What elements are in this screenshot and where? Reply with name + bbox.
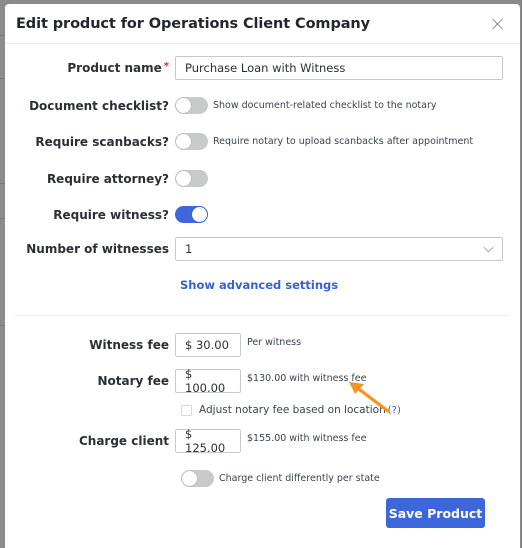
require-witness-label: Require witness? xyxy=(53,207,169,222)
product-name-input[interactable]: Purchase Loan with Witness xyxy=(175,56,503,80)
required-marker: * xyxy=(163,61,169,72)
require-scanbacks-hint: Require notary to upload scanbacks after… xyxy=(213,136,474,147)
require-scanbacks-toggle[interactable] xyxy=(175,133,208,150)
document-checklist-toggle[interactable] xyxy=(175,97,208,114)
number-of-witnesses-row: Number of witnesses 1 xyxy=(5,237,503,261)
section-divider xyxy=(15,315,509,316)
show-advanced-settings-link[interactable]: Show advanced settings xyxy=(180,278,338,292)
help-link[interactable]: (?) xyxy=(388,405,401,416)
charge-client-note: $155.00 with witness fee xyxy=(247,433,367,444)
charge-per-state-label: Charge client differently per state xyxy=(219,473,380,484)
product-name-label-text: Product name xyxy=(67,61,162,75)
toggle-knob xyxy=(176,171,191,186)
witness-fee-note: Per witness xyxy=(247,337,302,348)
require-attorney-row: Require attorney? xyxy=(5,170,208,187)
require-attorney-label: Require attorney? xyxy=(46,171,169,186)
notary-fee-note: $130.00 with witness fee xyxy=(247,373,367,384)
require-scanbacks-label: Require scanbacks? xyxy=(35,134,169,149)
product-name-row: Product name * Purchase Loan with Witness xyxy=(5,56,503,80)
witness-fee-input[interactable]: $ 30.00 xyxy=(175,333,241,357)
notary-fee-row: Notary fee $ 100.00 $130.00 with witness… xyxy=(5,367,367,395)
chevron-down-icon xyxy=(483,242,494,253)
document-checklist-row: Document checklist? Show document-relate… xyxy=(5,97,437,114)
product-name-label: Product name * xyxy=(5,61,175,75)
charge-per-state-row: Charge client differently per state xyxy=(181,470,380,487)
save-product-button[interactable]: Save Product xyxy=(386,498,485,528)
document-checklist-label: Document checklist? xyxy=(29,98,169,113)
require-witness-row: Require witness? xyxy=(5,206,208,223)
require-scanbacks-row: Require scanbacks? Require notary to upl… xyxy=(5,133,473,150)
toggle-knob xyxy=(176,134,191,149)
charge-client-label: Charge client xyxy=(78,434,169,448)
notary-fee-input[interactable]: $ 100.00 xyxy=(175,367,241,395)
charge-client-input[interactable]: $ 125.00 xyxy=(175,427,241,455)
modal-header: Edit product for Operations Client Compa… xyxy=(5,4,520,44)
advanced-settings-row: Show advanced settings xyxy=(180,278,338,292)
close-icon[interactable] xyxy=(490,16,506,32)
witness-fee-row: Witness fee $ 30.00 Per witness xyxy=(5,333,301,357)
adjust-notary-fee-label: Adjust notary fee based on location xyxy=(199,404,386,416)
require-attorney-toggle[interactable] xyxy=(175,170,208,187)
document-checklist-hint: Show document-related checklist to the n… xyxy=(213,100,437,111)
edit-product-modal: Edit product for Operations Client Compa… xyxy=(5,4,520,548)
modal-title: Edit product for Operations Client Compa… xyxy=(16,15,370,32)
adjust-notary-fee-checkbox[interactable] xyxy=(181,404,192,416)
toggle-knob xyxy=(176,98,191,113)
toggle-knob xyxy=(192,207,207,222)
number-of-witnesses-select[interactable]: 1 xyxy=(175,237,503,261)
charge-client-row: Charge client $ 125.00 $155.00 with witn… xyxy=(5,427,367,455)
charge-per-state-toggle[interactable] xyxy=(181,470,214,487)
require-witness-toggle[interactable] xyxy=(175,206,208,223)
notary-fee-label: Notary fee xyxy=(97,374,169,388)
selected-value: 1 xyxy=(185,242,193,256)
adjust-notary-fee-row: Adjust notary fee based on location (?) xyxy=(181,404,401,416)
number-of-witnesses-label: Number of witnesses xyxy=(26,242,169,256)
witness-fee-label: Witness fee xyxy=(89,338,169,352)
toggle-knob xyxy=(182,471,197,486)
